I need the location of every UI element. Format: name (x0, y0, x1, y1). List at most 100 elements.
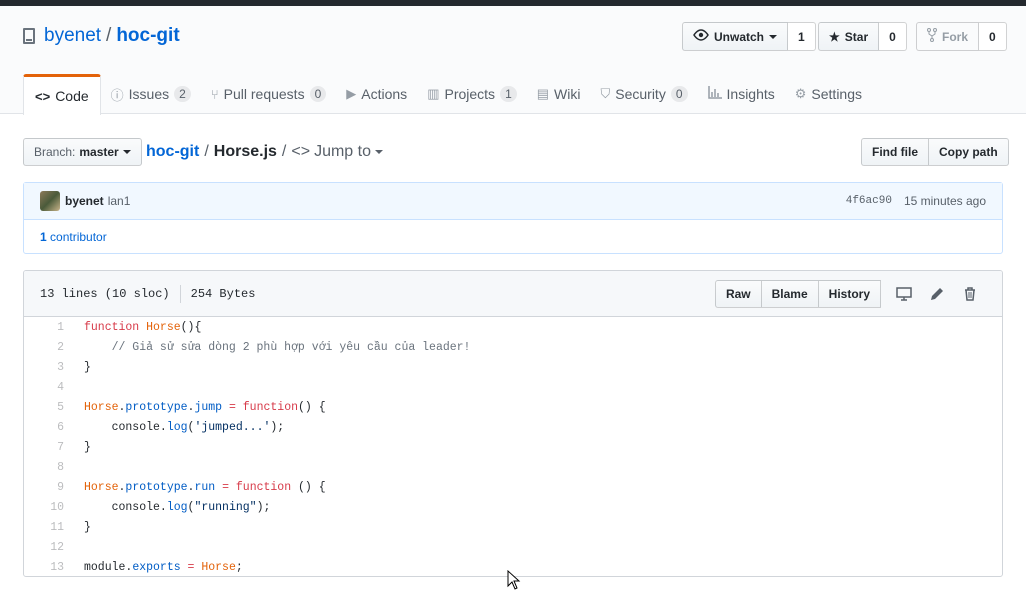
line-number[interactable]: 9 (24, 481, 64, 494)
desktop-icon[interactable] (887, 280, 920, 308)
pencil-icon[interactable] (920, 280, 953, 308)
repo-nav: <> Code ⓘ Issues 2 ⑂ Pull requests 0 ▶ A… (23, 74, 872, 115)
tab-wiki[interactable]: ▤ Wiki (527, 74, 591, 114)
star-label: Star (844, 29, 869, 44)
tab-pull-requests-label: Pull requests (223, 86, 305, 102)
star-button[interactable]: ★ Star (818, 22, 880, 51)
tab-settings-label: Settings (811, 86, 863, 102)
repo-header: byenet / hoc-git Unwatch 1 ★ Star 0 Fork… (0, 6, 1026, 115)
jump-to-menu[interactable]: <> Jump to (291, 143, 383, 161)
breadcrumb-repo-link[interactable]: hoc-git (146, 143, 199, 161)
code-line: 10 console.log("running"); (24, 497, 1002, 517)
line-number[interactable]: 5 (24, 401, 64, 414)
code-line: 1 function Horse(){ (24, 317, 1002, 337)
fork-icon (927, 28, 937, 45)
line-number[interactable]: 10 (24, 501, 64, 514)
code-line: 5 Horse.prototype.jump = function() { (24, 397, 1002, 417)
issues-counter: 2 (174, 86, 191, 102)
raw-button[interactable]: Raw (714, 279, 762, 308)
avatar[interactable] (40, 191, 60, 211)
code-text: } (84, 520, 91, 534)
branch-label: Branch: (34, 145, 76, 159)
commit-author[interactable]: byenet (65, 194, 104, 208)
tab-wiki-label: Wiki (554, 86, 581, 102)
tab-pull-requests[interactable]: ⑂ Pull requests 0 (201, 74, 336, 114)
blame-button[interactable]: Blame (760, 279, 819, 308)
project-icon: ▥ (427, 86, 440, 101)
tab-insights[interactable]: Insights (698, 74, 785, 114)
code-line: 6 console.log('jumped...'); (24, 417, 1002, 437)
tab-projects-label: Projects (444, 86, 496, 102)
file-buttons: Find file Copy path (861, 138, 1009, 166)
contributors-label: contributor (50, 230, 107, 244)
tab-insights-label: Insights (726, 86, 775, 102)
breadcrumb-separator: / (281, 143, 287, 160)
file-info-divider (179, 284, 181, 303)
star-icon: ★ (829, 29, 840, 44)
history-button[interactable]: History (817, 279, 881, 308)
watchers-count[interactable]: 1 (788, 22, 816, 51)
star-group: ★ Star 0 (818, 22, 907, 51)
unwatch-button[interactable]: Unwatch (682, 22, 789, 51)
code-text: // Giả sử sửa dòng 2 phù hợp với yêu cầu… (84, 340, 471, 354)
contributors-link[interactable]: 1 contributor (24, 220, 1002, 254)
repo-icon (23, 28, 35, 44)
forks-count[interactable]: 0 (979, 22, 1007, 51)
line-number[interactable]: 6 (24, 421, 64, 434)
tab-settings[interactable]: ⚙ Settings (785, 74, 872, 114)
commit-message[interactable]: lan1 (108, 194, 131, 208)
line-number[interactable]: 8 (24, 461, 64, 474)
chevron-down-icon (374, 150, 383, 154)
copy-path-button[interactable]: Copy path (929, 138, 1009, 166)
line-number[interactable]: 2 (24, 341, 64, 354)
tab-projects[interactable]: ▥ Projects 1 (417, 74, 527, 114)
line-number[interactable]: 1 (24, 321, 64, 334)
chevron-down-icon (769, 34, 778, 39)
code-line: 2 // Giả sử sửa dòng 2 phù hợp với yêu c… (24, 337, 1002, 357)
repo-title-separator: / (106, 25, 112, 46)
commit-sha[interactable]: 4f6ac90 (846, 195, 892, 207)
line-number[interactable]: 4 (24, 381, 64, 394)
code-text: function Horse(){ (84, 320, 202, 334)
line-number[interactable]: 13 (24, 561, 64, 574)
tab-issues[interactable]: ⓘ Issues 2 (101, 74, 201, 114)
fork-group: Fork 0 (916, 22, 1007, 51)
file-header: 13 lines (10 sloc) 254 Bytes Raw Blame H… (24, 271, 1002, 317)
code-text: console.log('jumped...'); (84, 420, 285, 434)
branch-select[interactable]: Branch: master (23, 138, 142, 166)
pull-request-icon: ⑂ (210, 86, 219, 102)
line-number[interactable]: 7 (24, 441, 64, 454)
trash-icon[interactable] (953, 280, 986, 308)
stars-count[interactable]: 0 (879, 22, 907, 51)
code-view: 1 function Horse(){ 2 // Giả sử sửa dòng … (24, 317, 1002, 576)
tab-actions[interactable]: ▶ Actions (336, 74, 417, 114)
projects-counter: 1 (500, 86, 517, 102)
file-view-buttons: Raw Blame History (714, 279, 986, 308)
code-line: 9 Horse.prototype.run = function () { (24, 477, 1002, 497)
tab-issues-label: Issues (128, 86, 170, 102)
tab-security[interactable]: ⛉ Security 0 (590, 74, 697, 114)
line-number[interactable]: 12 (24, 541, 64, 554)
code-text: module.exports = Horse; (84, 560, 243, 574)
code-line: 3} (24, 357, 1002, 377)
breadcrumb: hoc-git / Horse.js / <> Jump to (146, 143, 383, 161)
file-box: 13 lines (10 sloc) 254 Bytes Raw Blame H… (23, 270, 1003, 577)
code-text: } (84, 440, 91, 454)
line-number[interactable]: 11 (24, 521, 64, 534)
tab-code[interactable]: <> Code (23, 74, 101, 115)
repo-title: byenet / hoc-git (23, 25, 180, 47)
file-size-info: 254 Bytes (190, 286, 256, 301)
find-file-button[interactable]: Find file (861, 138, 929, 166)
repo-name-link[interactable]: hoc-git (116, 25, 179, 47)
latest-commit: byenet lan1 4f6ac90 15 minutes ago (24, 183, 1002, 220)
eye-icon (693, 29, 709, 44)
line-number[interactable]: 3 (24, 361, 64, 374)
repo-owner-link[interactable]: byenet (44, 25, 101, 47)
code-text: console.log("running"); (84, 500, 271, 514)
gear-icon: ⚙ (794, 86, 807, 101)
security-counter: 0 (670, 86, 688, 102)
fork-button[interactable]: Fork (916, 22, 980, 51)
code-line: 12 (24, 537, 1002, 557)
code-text: Horse.prototype.jump = function() { (84, 400, 326, 414)
tab-actions-label: Actions (361, 86, 408, 102)
